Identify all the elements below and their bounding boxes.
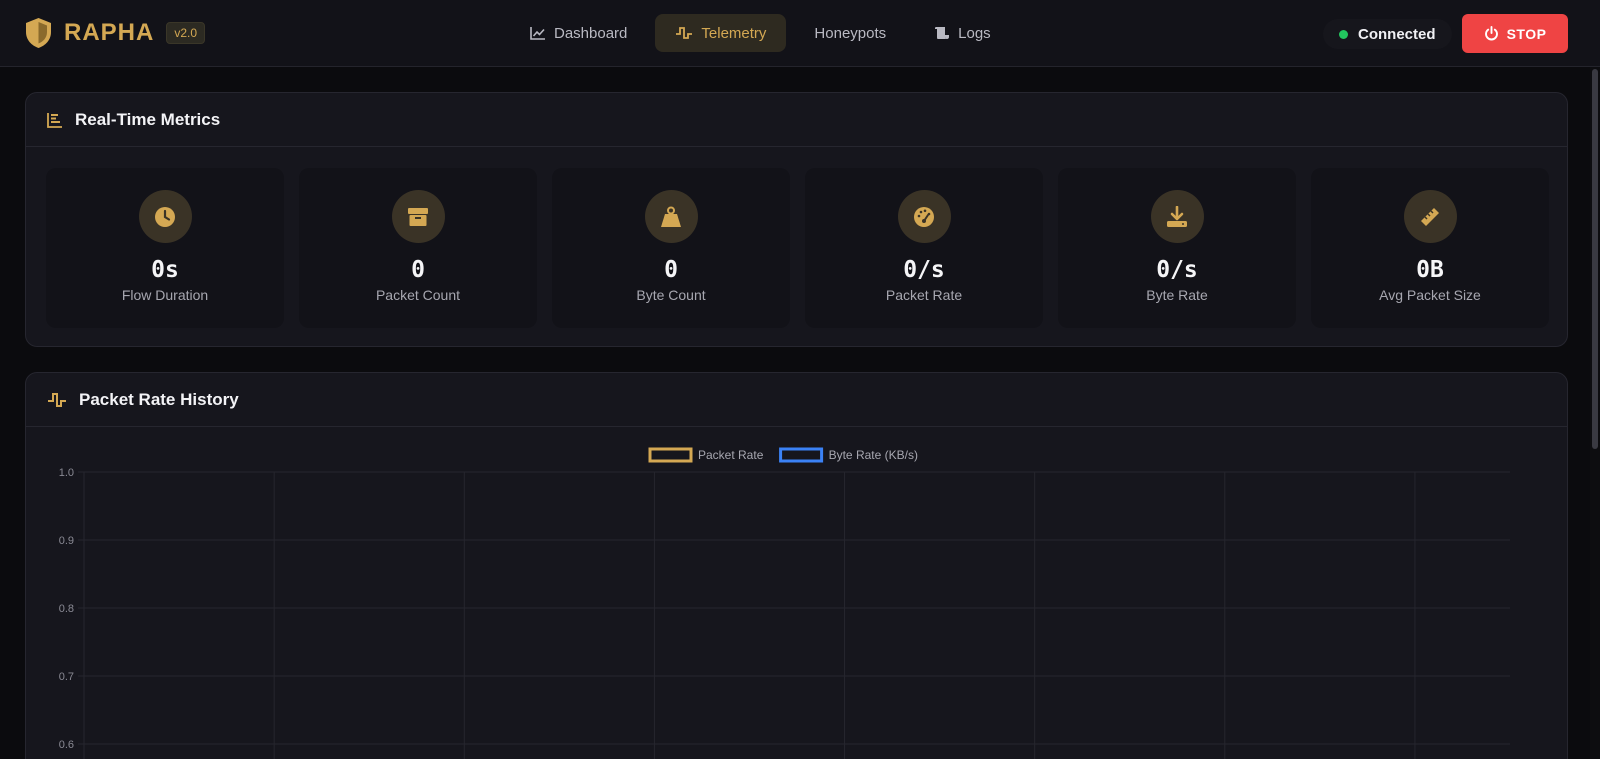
- y-tick-label: 0.7: [59, 671, 74, 683]
- version-badge: v2.0: [166, 22, 206, 44]
- nav-dashboard-label: Dashboard: [554, 24, 628, 42]
- packet-rate-chart[interactable]: 1.0 0.9 0.8 0.7 0.6 Packet Rate Byte Rate (KB/…: [26, 428, 1567, 759]
- legend-label: Byte Rate (KB/s): [829, 448, 918, 462]
- nav-logs-label: Logs: [958, 24, 991, 42]
- metric-card-avg-packet-size: 0B Avg Packet Size: [1311, 168, 1549, 328]
- y-tick-label: 0.6: [59, 739, 74, 751]
- metric-label: Byte Count: [636, 287, 706, 303]
- y-tick-label: 0.9: [59, 535, 74, 547]
- metric-value: 0s: [151, 257, 179, 283]
- top-bar: RAPHA v2.0 Dashboard Telemetry Honeypots…: [0, 0, 1600, 67]
- page-scrollbar[interactable]: [1590, 67, 1600, 759]
- y-tick-label: 0.8: [59, 603, 74, 615]
- nav-honeypots[interactable]: Honeypots: [794, 14, 906, 52]
- scrollbar-thumb[interactable]: [1592, 69, 1598, 449]
- metric-label: Packet Count: [375, 287, 461, 303]
- metric-card-byte-rate: 0/s Byte Rate: [1058, 168, 1296, 328]
- connection-status: Connected: [1323, 19, 1452, 49]
- metric-value: 0/s: [1156, 257, 1198, 283]
- scroll-icon: [935, 27, 950, 39]
- shield-icon: [26, 18, 51, 48]
- metric-value: 0: [411, 257, 425, 283]
- metric-value: 0: [664, 257, 678, 283]
- panel-header: Real-Time Metrics: [26, 93, 1567, 147]
- clock-icon: [138, 190, 192, 243]
- metric-value: 0/s: [903, 257, 945, 283]
- gauge-icon: [897, 190, 951, 243]
- stop-button-label: STOP: [1506, 25, 1547, 42]
- panel-title: Packet Rate History: [79, 389, 239, 409]
- metric-card-packet-count: 0 Packet Count: [299, 168, 537, 328]
- nav-honeypots-label: Honeypots: [814, 24, 887, 42]
- connection-status-label: Connected: [1358, 25, 1436, 43]
- pulse-icon: [676, 27, 693, 39]
- nav-telemetry-label: Telemetry: [701, 24, 767, 42]
- pulse-icon: [48, 392, 66, 407]
- metric-label: Flow Duration: [121, 287, 209, 303]
- packet-rate-history-panel: Packet Rate History 1.0 0.9 0.8 0.7 0.6 Packe…: [25, 372, 1568, 759]
- metric-label: Packet Rate: [885, 287, 963, 303]
- metric-value: 0B: [1416, 257, 1444, 283]
- chart-line-icon: [530, 27, 545, 40]
- nav-logs[interactable]: Logs: [914, 14, 1011, 52]
- brand-name: RAPHA: [64, 19, 155, 46]
- status-dot-icon: [1339, 29, 1348, 39]
- legend-swatch: [779, 447, 824, 463]
- nav-telemetry[interactable]: Telemetry: [655, 14, 787, 52]
- panel-title: Real-Time Metrics: [75, 109, 221, 129]
- legend-swatch: [648, 447, 693, 463]
- metric-cards: 0s Flow Duration 0 Packet Count 0 Byte C…: [46, 168, 1549, 328]
- power-icon: [1484, 26, 1498, 41]
- metric-card-byte-count: 0 Byte Count: [552, 168, 790, 328]
- legend-label: Packet Rate: [698, 448, 764, 462]
- metric-label: Byte Rate: [1146, 287, 1208, 303]
- panel-header: Packet Rate History: [26, 373, 1567, 427]
- y-tick-label: 1.0: [59, 467, 74, 479]
- stop-button[interactable]: STOP: [1462, 14, 1568, 53]
- real-time-metrics-panel: Real-Time Metrics 0s Flow Duration 0 Pac…: [25, 92, 1568, 347]
- ruler-icon: [1403, 190, 1457, 243]
- box-icon: [391, 190, 445, 243]
- metric-card-flow-duration: 0s Flow Duration: [46, 168, 284, 328]
- weight-icon: [644, 190, 698, 243]
- download-icon: [1150, 190, 1204, 243]
- metric-card-packet-rate: 0/s Packet Rate: [805, 168, 1043, 328]
- bar-chart-icon: [47, 112, 62, 128]
- main-nav: Dashboard Telemetry Honeypots Logs: [510, 14, 1019, 52]
- metric-label: Avg Packet Size: [1379, 287, 1481, 303]
- nav-dashboard[interactable]: Dashboard: [510, 14, 647, 52]
- brand[interactable]: RAPHA v2.0: [25, 17, 206, 49]
